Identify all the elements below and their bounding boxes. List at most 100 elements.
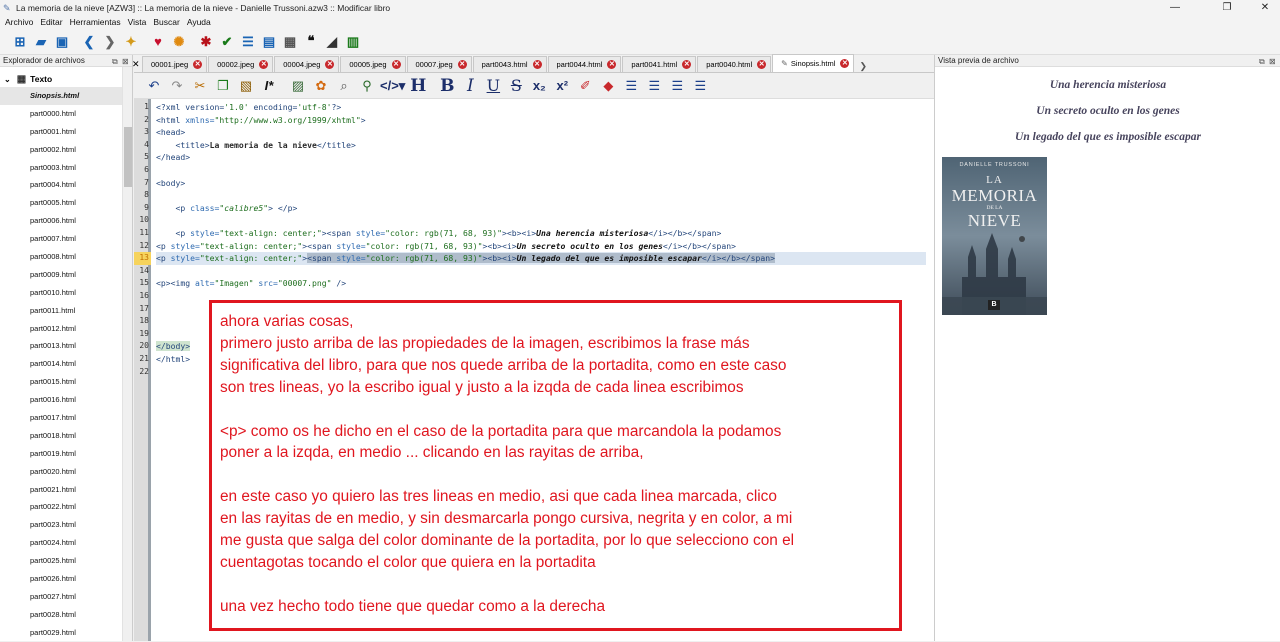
file-item[interactable]: part0016.html <box>0 391 132 409</box>
code-line[interactable]: </body> <box>156 340 191 353</box>
undo-icon[interactable]: ↶ <box>144 76 164 96</box>
file-item[interactable]: part0003.html <box>0 159 132 177</box>
file-item[interactable]: part0011.html <box>0 302 132 320</box>
bold-button[interactable]: B <box>437 76 457 96</box>
copy-icon[interactable]: ❐ <box>213 76 233 96</box>
tab-close-icon[interactable]: ✕ <box>259 60 269 69</box>
align-justify-button[interactable]: ☰ <box>690 76 710 96</box>
tab-close-icon[interactable]: ✕ <box>325 60 335 69</box>
find-icon[interactable]: ⌕ <box>334 76 354 96</box>
code-line[interactable]: </head> <box>156 151 190 164</box>
code-line[interactable]: <?xml version='1.0' encoding='utf-8'?> <box>156 101 341 114</box>
file-item[interactable]: part0020.html <box>0 463 132 481</box>
minimize-button[interactable]: — <box>1160 0 1190 15</box>
file-item[interactable]: part0014.html <box>0 355 132 373</box>
lifebuoy-icon[interactable]: ✺ <box>169 32 189 52</box>
background-color-icon[interactable]: ◆ <box>598 76 618 96</box>
cut-icon[interactable]: ✂ <box>190 76 210 96</box>
file-item[interactable]: part0026.html <box>0 570 132 588</box>
menu-editar[interactable]: Editar <box>40 17 62 27</box>
tab-close-icon[interactable]: ✕ <box>193 60 203 69</box>
file-item[interactable]: part0005.html <box>0 194 132 212</box>
tab-close-icon[interactable]: ✕ <box>607 60 617 69</box>
tab-close-icon[interactable]: ✕ <box>532 60 542 69</box>
file-item[interactable]: part0001.html <box>0 123 132 141</box>
file-item[interactable]: Sinopsis.html <box>0 87 132 105</box>
italic-button[interactable]: I <box>460 76 480 96</box>
file-item[interactable]: part0013.html <box>0 337 132 355</box>
ttf-font-icon[interactable]: ▦ <box>280 32 300 52</box>
save-icon[interactable]: ▣ <box>52 32 72 52</box>
file-item[interactable]: part0019.html <box>0 445 132 463</box>
file-item[interactable]: part0000.html <box>0 105 132 123</box>
tab-close-icon[interactable]: ✕ <box>757 60 767 69</box>
file-item[interactable]: part0022.html <box>0 498 132 516</box>
code-line[interactable]: <html xmlns="http://www.w3.org/1999/xhtm… <box>156 114 366 127</box>
code-line[interactable]: <p style="text-align: center;"><span sty… <box>156 240 736 253</box>
bug-icon[interactable]: ✱ <box>196 32 216 52</box>
align-center-button[interactable]: ☰ <box>644 76 664 96</box>
code-line[interactable]: <p class="calibre5"> </p> <box>156 202 298 215</box>
reports-icon[interactable]: ☰ <box>238 32 258 52</box>
file-item[interactable]: part0023.html <box>0 516 132 534</box>
tab-00001-jpeg[interactable]: 00001.jpeg ✕ <box>142 56 208 72</box>
tab-part0044-html[interactable]: part0044.html ✕ <box>547 56 622 72</box>
file-item[interactable]: part0028.html <box>0 606 132 624</box>
new-file-icon[interactable]: ⊞ <box>10 32 30 52</box>
subscript-button[interactable]: x₂ <box>529 76 549 96</box>
file-item[interactable]: part0007.html <box>0 230 132 248</box>
menu-vista[interactable]: Vista <box>128 17 147 27</box>
tab-close-icon[interactable]: ✕ <box>840 59 850 68</box>
color-picker-icon[interactable]: ✐ <box>575 76 595 96</box>
scrollbar-thumb[interactable] <box>124 127 132 187</box>
close-window-button[interactable]: ✕ <box>1250 0 1280 15</box>
spellcheck-icon[interactable]: ✔ <box>217 32 237 52</box>
file-item[interactable]: part0018.html <box>0 427 132 445</box>
back-icon[interactable]: ❮ <box>79 32 99 52</box>
tab-scroll-right-icon[interactable]: ❯ <box>859 61 867 72</box>
close-panel-icon[interactable]: ⊠ <box>1269 56 1276 68</box>
paste-icon[interactable]: ▧ <box>236 76 256 96</box>
code-line[interactable]: <p><img alt="Imagen" src="00007.png" /> <box>156 277 346 290</box>
superscript-button[interactable]: x² <box>552 76 572 96</box>
code-tag-icon[interactable]: </>▾ <box>380 76 405 96</box>
tab-part0043-html[interactable]: part0043.html ✕ <box>472 56 547 72</box>
file-item[interactable]: part0025.html <box>0 552 132 570</box>
tab-part0040-html[interactable]: part0040.html ✕ <box>697 56 772 72</box>
code-line[interactable]: <p style="text-align: center;"><span sty… <box>156 227 722 240</box>
chart-icon[interactable]: ▥ <box>343 32 363 52</box>
insert-special-char-icon[interactable]: ✿ <box>311 76 331 96</box>
underline-button[interactable]: U <box>483 76 503 96</box>
tab-00004-jpeg[interactable]: 00004.jpeg ✕ <box>274 56 340 72</box>
align-left-button[interactable]: ☰ <box>621 76 641 96</box>
file-explorer-scrollbar[interactable] <box>122 67 132 641</box>
file-item[interactable]: part0008.html <box>0 248 132 266</box>
align-right-button[interactable]: ☰ <box>667 76 687 96</box>
heart-icon[interactable]: ♥ <box>148 32 168 52</box>
file-item[interactable]: part0004.html <box>0 176 132 194</box>
tab-sinopsis-html[interactable]: ✎ Sinopsis.html ✕ <box>772 54 855 72</box>
replace-icon[interactable]: ⚲ <box>357 76 377 96</box>
code-line[interactable]: </html> <box>156 353 190 366</box>
magic-wand-icon[interactable]: ✦ <box>121 32 141 52</box>
float-panel-icon[interactable]: ⧉ <box>1259 56 1265 68</box>
book-icon[interactable]: ▤ <box>259 32 279 52</box>
menu-buscar[interactable]: Buscar <box>153 17 179 27</box>
code-line-current[interactable]: <p style="text-align: center;"><span sty… <box>156 252 926 265</box>
redo-icon[interactable]: ↷ <box>167 76 187 96</box>
tab-close-icon[interactable]: ✕ <box>457 60 467 69</box>
quotes-icon[interactable]: ❝ <box>301 32 321 52</box>
file-item[interactable]: part0012.html <box>0 320 132 338</box>
file-item[interactable]: part0015.html <box>0 373 132 391</box>
code-line[interactable]: <head> <box>156 126 185 139</box>
open-folder-icon[interactable]: ▰ <box>31 32 51 52</box>
code-line[interactable]: <title>La memoria de la nieve</title> <box>156 139 356 152</box>
tab-00002-jpeg[interactable]: 00002.jpeg ✕ <box>208 56 274 72</box>
file-item[interactable]: part0024.html <box>0 534 132 552</box>
tree-root-texto[interactable]: ⌄ ▦ Texto <box>0 71 132 87</box>
menu-archivo[interactable]: Archivo <box>5 17 33 27</box>
tab-00007-jpeg[interactable]: 00007.jpeg ✕ <box>406 56 472 72</box>
insert-image-icon[interactable]: ▨ <box>288 76 308 96</box>
tab-close-icon[interactable]: ✕ <box>391 60 401 69</box>
tab-00005-jpeg[interactable]: 00005.jpeg ✕ <box>340 56 406 72</box>
